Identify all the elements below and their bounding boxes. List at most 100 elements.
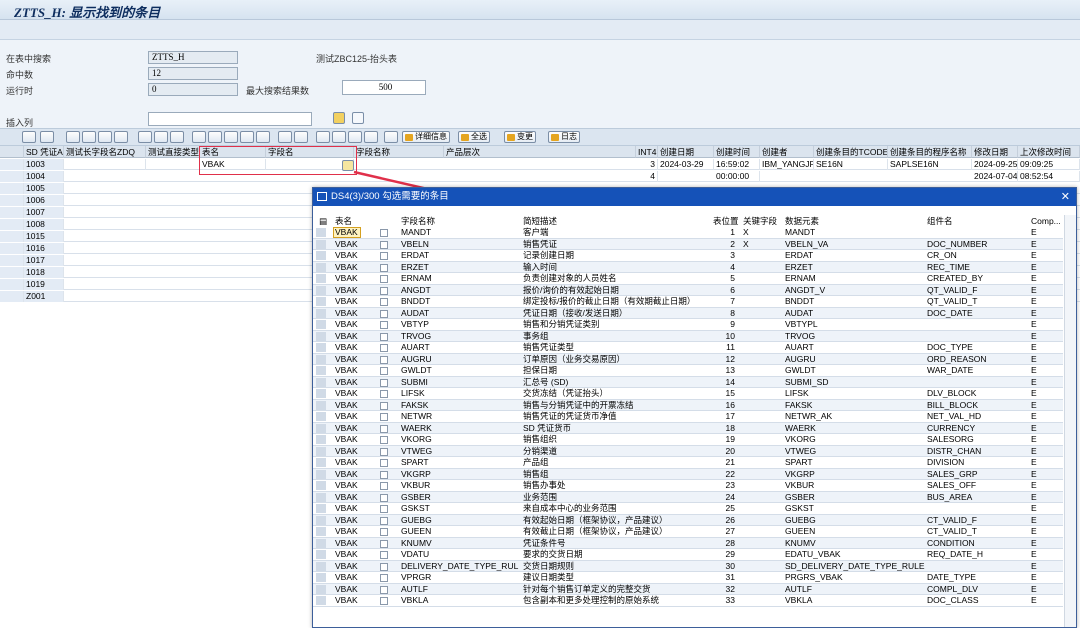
row-selector[interactable] (0, 183, 24, 194)
log-button[interactable]: 日志 (548, 131, 580, 143)
close-icon[interactable]: ✕ (1061, 188, 1070, 206)
row-checkbox[interactable] (380, 562, 388, 571)
row-checkbox[interactable] (380, 539, 388, 548)
row-checkbox[interactable] (380, 447, 388, 456)
row-selector[interactable] (0, 291, 24, 302)
row-selector[interactable] (316, 331, 326, 341)
row-selector[interactable] (0, 219, 24, 230)
row-selector[interactable] (316, 435, 326, 444)
row-selector[interactable] (0, 171, 24, 182)
popup-row[interactable]: VBAK GUEEN 有效截止日期（框架协议，产品建议） 27 GUEEN CT_VALI… (313, 526, 1063, 538)
copy-icon[interactable] (82, 131, 96, 143)
details-button[interactable]: 详细信息 (402, 131, 450, 143)
row-selector[interactable] (316, 366, 326, 375)
popup-row[interactable]: VBAK GUEBG 有效起始日期（框架协议，产品建议） 26 GUEBG CT_VALI… (313, 514, 1063, 526)
popup-row[interactable]: VBAK VKGRP 销售组 22 VKGRP SALES_GRP E (313, 468, 1063, 480)
grid-header-creator[interactable]: 创建者 (760, 146, 814, 158)
max-results-field[interactable]: 500 (342, 80, 426, 95)
row-checkbox[interactable] (380, 378, 388, 387)
row-checkbox[interactable] (380, 298, 388, 306)
grid-header-sd[interactable]: SD 凭证A (24, 146, 64, 158)
insert-column-field[interactable] (148, 112, 312, 126)
popup-row[interactable]: VBAK ERNAM 负责创建对象的人员姓名 5 ERNAM CREATED_BY E (313, 273, 1063, 285)
sum-icon[interactable] (278, 131, 292, 143)
popup-header-pos[interactable]: 表位置 (713, 215, 739, 227)
row-selector[interactable] (316, 469, 326, 479)
row-selector[interactable] (316, 412, 326, 421)
row-checkbox[interactable] (380, 551, 388, 559)
grid-header-fieldname[interactable]: 字段名称 (354, 146, 444, 158)
popup-row[interactable]: VBAK VKORG 销售组织 19 VKORG SALESORG E (313, 434, 1063, 446)
grid-header-int4[interactable]: INT4 (636, 146, 658, 158)
grid-header-prog[interactable]: 创建条目的程序名称 (888, 146, 972, 158)
popup-row[interactable]: VBAK VKBUR 销售办事处 23 VKBUR SALES_OFF E (313, 480, 1063, 492)
row-selector[interactable] (0, 195, 24, 206)
sort-asc-icon[interactable] (192, 131, 206, 143)
row-selector[interactable] (316, 239, 326, 249)
duplicate-row-icon[interactable] (170, 131, 184, 143)
popup-row[interactable]: VBAK ERZET 输入时间 4 ERZET REC_TIME E (313, 261, 1063, 273)
row-selector[interactable] (316, 596, 326, 605)
popup-row[interactable]: VBAK SPART 产品组 21 SPART DIVISION E (313, 457, 1063, 469)
row-checkbox[interactable] (380, 332, 388, 341)
popup-header-key[interactable]: 关键字段 (743, 215, 777, 227)
row-selector[interactable] (316, 538, 326, 548)
row-selector[interactable] (316, 297, 326, 306)
row-checkbox[interactable] (380, 493, 388, 502)
row-selector[interactable] (0, 243, 24, 254)
popup-row[interactable]: VBAK VBKLA 包含副本和更多处理控制的原始系统 33 VBKLA DOC_CLAS… (313, 595, 1063, 607)
table-row[interactable]: 1004 4 00:00:00 2024-07-04 08:52:54 (0, 171, 1080, 182)
undo-icon[interactable] (114, 131, 128, 143)
layout-icon[interactable] (364, 131, 378, 143)
popup-header-comp[interactable]: Comp... (1031, 215, 1061, 227)
row-selector[interactable] (316, 262, 326, 272)
grid-header-mtime[interactable]: 上次修改时间 (1018, 146, 1080, 158)
row-selector[interactable] (316, 550, 326, 559)
row-selector[interactable] (316, 515, 326, 525)
print-icon[interactable] (316, 131, 330, 143)
popup-row[interactable]: VBAK GSBER 业务范围 24 GSBER BUS_AREA E (313, 491, 1063, 503)
change-button[interactable]: 变更 (504, 131, 536, 143)
row-selector[interactable] (316, 561, 326, 571)
row-checkbox[interactable] (380, 344, 388, 352)
row-selector[interactable] (316, 251, 326, 260)
table-row[interactable]: 1003 VBAK 3 2024-03-29 16:59:02 IBM_YANG… (0, 159, 1080, 170)
details-icon[interactable] (22, 131, 36, 143)
row-checkbox[interactable] (380, 482, 388, 490)
row-checkbox[interactable] (380, 309, 388, 318)
row-checkbox[interactable] (380, 585, 388, 594)
row-selector-header[interactable] (0, 146, 24, 158)
row-selector[interactable] (316, 584, 326, 594)
row-selector[interactable] (0, 207, 24, 218)
popup-row[interactable]: VBAK VTWEG 分销渠道 20 VTWEG DISTR_CHAN E (313, 445, 1063, 457)
row-checkbox[interactable] (380, 321, 388, 329)
row-checkbox[interactable] (380, 240, 388, 249)
popup-row[interactable]: VBAK AUGRU 订单原因（业务交易原因） 12 AUGRU ORD_REASON E (313, 353, 1063, 365)
search-table-field[interactable]: ZTTS_H (148, 51, 238, 64)
row-selector[interactable] (316, 481, 326, 490)
popup-header-field[interactable]: 字段名称 (401, 215, 435, 227)
popup-row[interactable]: VBAK ERDAT 记录创建日期 3 ERDAT CR_ON E (313, 250, 1063, 262)
popup-row[interactable]: VBAK VDATU 要求的交货日期 29 EDATU_VBAK REQ_DATE_H E (313, 549, 1063, 561)
grid-header-tcode[interactable]: 创建条目的TCODE (814, 146, 888, 158)
row-selector[interactable] (316, 389, 326, 398)
grid-header-mdate[interactable]: 修改日期 (972, 146, 1018, 158)
row-selector[interactable] (316, 377, 326, 387)
popup-row[interactable]: VBAK AUDAT 凭证日期（接收/发送日期） 8 AUDAT DOC_DATE E (313, 307, 1063, 319)
sort-desc-icon[interactable] (208, 131, 222, 143)
popup-header-element[interactable]: 数据元素 (785, 215, 819, 227)
row-checkbox[interactable] (380, 401, 388, 410)
popup-row[interactable]: VBAK GWLDT 担保日期 13 GWLDT WAR_DATE E (313, 365, 1063, 377)
row-selector[interactable] (316, 228, 326, 237)
popup-row[interactable]: VBAK MANDT 客户端 1 X MANDT E (313, 227, 1063, 239)
popup-row[interactable]: VBAK NETWR 销售凭证的凭证货币净值 17 NETWR_AK NET_VAL_HD… (313, 411, 1063, 423)
find-icon[interactable] (224, 131, 238, 143)
popup-row[interactable]: VBAK GSKST 来自成本中心的业务范围 25 GSKST E (313, 503, 1063, 515)
row-selector[interactable] (316, 504, 326, 513)
popup-row[interactable]: VBAK ANGDT 报价/询价的有效起始日期 6 ANGDT_V QT_VALID_F E (313, 284, 1063, 296)
popup-row[interactable]: VBAK VBTYP 销售和分销凭证类别 9 VBTYPL E (313, 319, 1063, 331)
row-selector[interactable] (316, 285, 326, 295)
refresh-icon[interactable] (40, 131, 54, 143)
row-checkbox[interactable] (380, 390, 388, 398)
insert-row-icon[interactable] (138, 131, 152, 143)
